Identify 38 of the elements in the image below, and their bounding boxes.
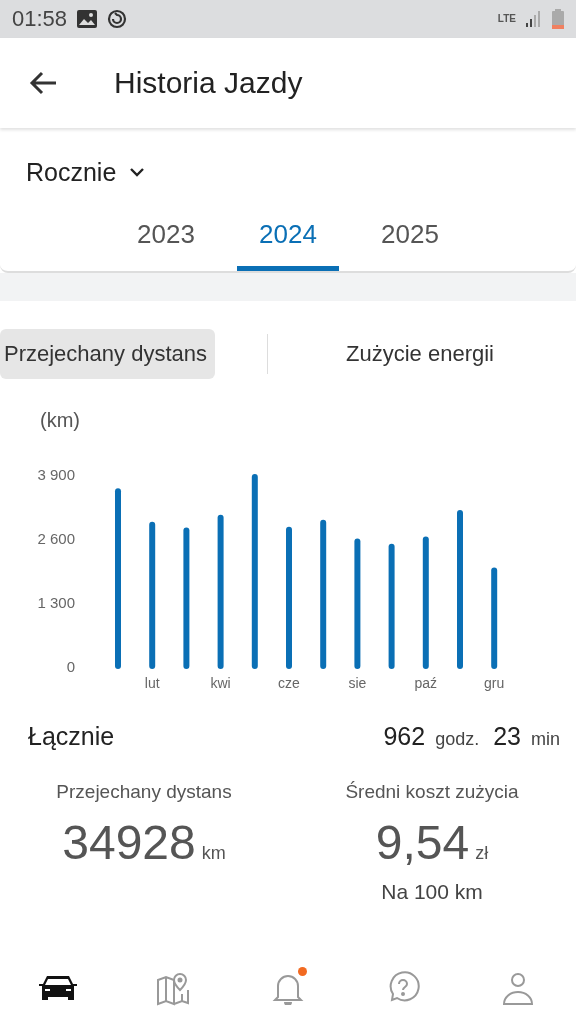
sync-icon (107, 9, 128, 29)
axis-label: cze (278, 675, 300, 691)
stat-label: Przejechany dystans (56, 781, 232, 803)
map-pin-icon (155, 970, 190, 1006)
axis-label: lut (144, 675, 160, 691)
axis-label: 2 600 (37, 530, 75, 547)
minutes-unit: min (531, 729, 560, 750)
screen-title: Historia Jazdy (114, 66, 303, 100)
chevron-icon (130, 168, 145, 177)
axis-label: 1 300 (37, 594, 75, 611)
axis-label: 3 900 (37, 466, 75, 483)
year-tab[interactable]: 2023 (115, 219, 217, 271)
stat-value: 9,54 (375, 815, 470, 870)
image-icon (77, 10, 98, 28)
total-label: Łącznie (28, 722, 115, 751)
network-label: LTE (497, 14, 516, 24)
status-time: 01:58 (12, 6, 68, 32)
signal-icon (526, 11, 542, 27)
axis-label: kwi (210, 675, 231, 691)
stat-label: Średni koszt zużycia (345, 781, 519, 803)
battery-icon (552, 9, 564, 29)
year-tab[interactable]: 2025 (359, 219, 461, 271)
segment-tab[interactable]: Zużycie energii (268, 329, 576, 379)
minutes-value: 23 (493, 722, 521, 751)
axis-label: 0 (66, 658, 75, 675)
stat-note: Na 100 km (381, 880, 483, 904)
hours-unit: godz. (435, 729, 480, 750)
axis-label: paź (414, 675, 438, 691)
segment-tab[interactable]: Przejechany dystans (0, 329, 215, 379)
stat-unit: km (201, 843, 226, 864)
axis-label: gru (484, 675, 505, 691)
stat-value: 34928 (62, 815, 196, 870)
axis-label: sie (348, 675, 367, 691)
profile-icon (501, 971, 536, 1005)
stat-unit: zł (475, 843, 489, 864)
unit-label: (km) (40, 409, 80, 432)
hours-value: 962 (383, 722, 426, 751)
period-dropdown[interactable]: Rocznie (26, 158, 145, 187)
